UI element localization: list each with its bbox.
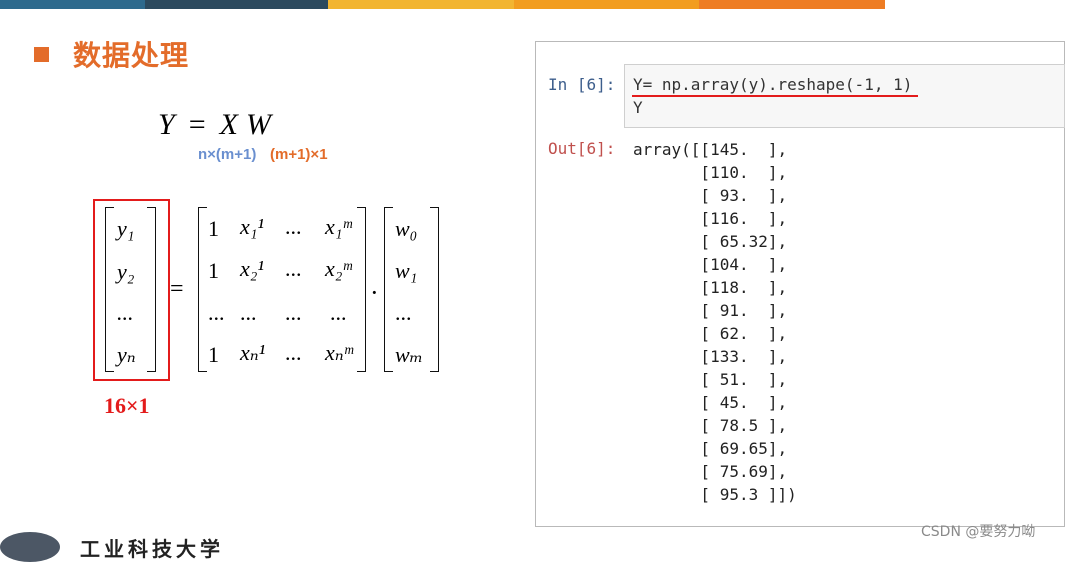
- code-line: Y: [633, 98, 643, 117]
- csdn-watermark: CSDN @要努力呦: [921, 524, 1036, 540]
- output-line: [ 75.69],: [633, 462, 788, 481]
- x-left-bracket: [198, 207, 207, 372]
- output-line: [104. ],: [633, 255, 788, 274]
- top-bar-seg-3: [328, 0, 514, 9]
- output-line: [ 65.32],: [633, 232, 788, 251]
- eq-y: Y: [158, 108, 175, 141]
- output-line: [ 78.5 ],: [633, 416, 788, 435]
- title-bullet-icon: [34, 46, 49, 62]
- slide-title-text: 数据处理: [73, 39, 190, 72]
- x-cell: ...: [285, 214, 302, 239]
- eq-equals: =: [188, 108, 206, 141]
- output-line: [ 95.3 ]]): [633, 485, 797, 504]
- university-name: 工业科技大学: [80, 537, 224, 561]
- x-cell: ...: [285, 256, 302, 281]
- output-line: [ 69.65],: [633, 439, 788, 458]
- x-cell: 1: [208, 216, 219, 241]
- input-prompt: In [6]:: [548, 75, 616, 94]
- x-cell: x₂ᵐ: [325, 256, 352, 281]
- output-line: [110. ],: [633, 163, 788, 182]
- w-dimension-label: (m+1)×1: [270, 146, 328, 163]
- output-line: [ 51. ],: [633, 370, 788, 389]
- university-logo-icon: [0, 532, 60, 562]
- output-line: [118. ],: [633, 278, 788, 297]
- output-line: [ 93. ],: [633, 186, 788, 205]
- x-cell: ...: [330, 300, 347, 325]
- x-cell: ...: [285, 340, 302, 365]
- x-dimension-label: n×(m+1): [198, 146, 257, 163]
- matrix-equals: =: [170, 276, 184, 302]
- output-line: [ 45. ],: [633, 393, 788, 412]
- w-right-bracket: [430, 207, 439, 372]
- x-cell: ...: [240, 300, 257, 325]
- code-underline: [632, 95, 918, 97]
- output-line: [133. ],: [633, 347, 788, 366]
- output-prompt: Out[6]:: [548, 139, 616, 158]
- output-line: [ 62. ],: [633, 324, 788, 343]
- main-equation: Y = X W: [158, 108, 271, 142]
- x-cell: ...: [285, 300, 302, 325]
- w-entry: ...: [395, 300, 412, 325]
- output-line: [116. ],: [633, 209, 788, 228]
- x-cell: x₂¹: [240, 256, 265, 281]
- code-line: Y= np.array(y).reshape(-1, 1): [633, 75, 913, 94]
- output-line: array([[145. ],: [633, 140, 788, 159]
- eq-x: X: [219, 108, 238, 141]
- x-cell: ...: [208, 300, 225, 325]
- slide-title: 数据处理: [34, 34, 189, 74]
- matrix-dot: ·: [370, 278, 379, 307]
- x-right-bracket: [357, 207, 366, 372]
- output-line: [ 91. ],: [633, 301, 788, 320]
- top-bar-seg-1: [0, 0, 145, 9]
- top-bar-seg-4: [514, 0, 699, 9]
- x-cell: xₙᵐ: [325, 340, 353, 365]
- x-cell: 1: [208, 258, 219, 283]
- x-cell: xₙ¹: [240, 340, 266, 365]
- eq-w: W: [245, 108, 271, 141]
- top-color-bar: [0, 0, 885, 9]
- w-entry: wₘ: [395, 342, 424, 367]
- top-bar-seg-5: [699, 0, 885, 9]
- w-left-bracket: [384, 207, 393, 372]
- y-vector-highlight: [93, 199, 170, 381]
- w-entry: w₀: [395, 216, 418, 241]
- x-cell: 1: [208, 342, 219, 367]
- x-cell: x₁¹: [240, 214, 265, 239]
- x-cell: x₁ᵐ: [325, 214, 352, 239]
- top-bar-seg-2: [145, 0, 328, 9]
- w-entry: w₁: [395, 258, 418, 283]
- y-size-label: 16×1: [104, 393, 150, 418]
